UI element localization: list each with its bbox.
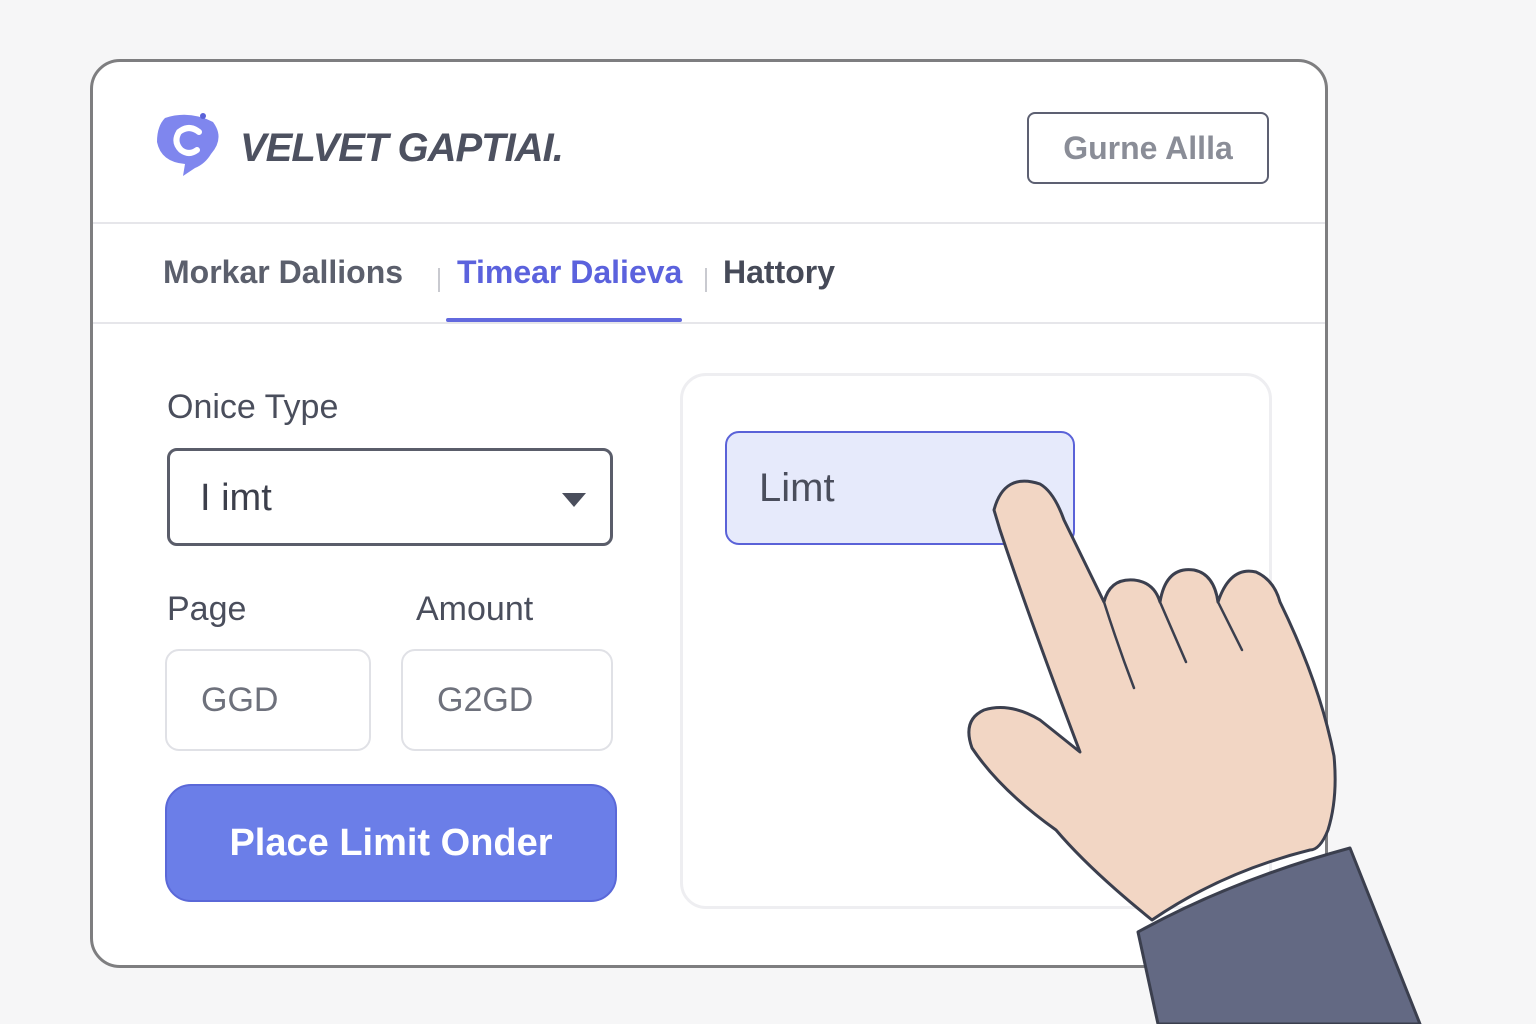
price-label: Page — [167, 590, 247, 628]
order-type-select[interactable]: I imt — [167, 448, 613, 546]
order-type-label: Onice Type — [167, 388, 339, 426]
tab-market-orders[interactable]: Morkar Dallions — [163, 254, 403, 291]
brand-name: VELVET GAPTIAI. — [240, 126, 564, 170]
tab-history[interactable]: Hattory — [723, 254, 835, 291]
tab-bar: Morkar Dallions Timear Dalieva Hattory — [93, 224, 1325, 324]
order-type-value: I imt — [200, 477, 272, 519]
tab-timed-orders[interactable]: Timear Dalieva — [457, 254, 682, 291]
place-limit-order-button[interactable]: Place Limit Onder — [165, 784, 617, 902]
chevron-down-icon — [562, 493, 586, 507]
price-input[interactable]: GGD — [165, 649, 371, 751]
tab-divider — [438, 268, 440, 292]
pointing-hand-icon — [967, 479, 1422, 1024]
tab-divider — [705, 268, 707, 292]
header-action-button[interactable]: Gurne Allla — [1027, 112, 1269, 184]
active-tab-indicator — [446, 318, 682, 322]
amount-label: Amount — [416, 590, 534, 628]
amount-input[interactable]: G2GD — [401, 649, 613, 751]
header-bar: VELVET GAPTIAI. Gurne Allla — [93, 62, 1325, 224]
brand-logo-icon — [157, 113, 219, 176]
